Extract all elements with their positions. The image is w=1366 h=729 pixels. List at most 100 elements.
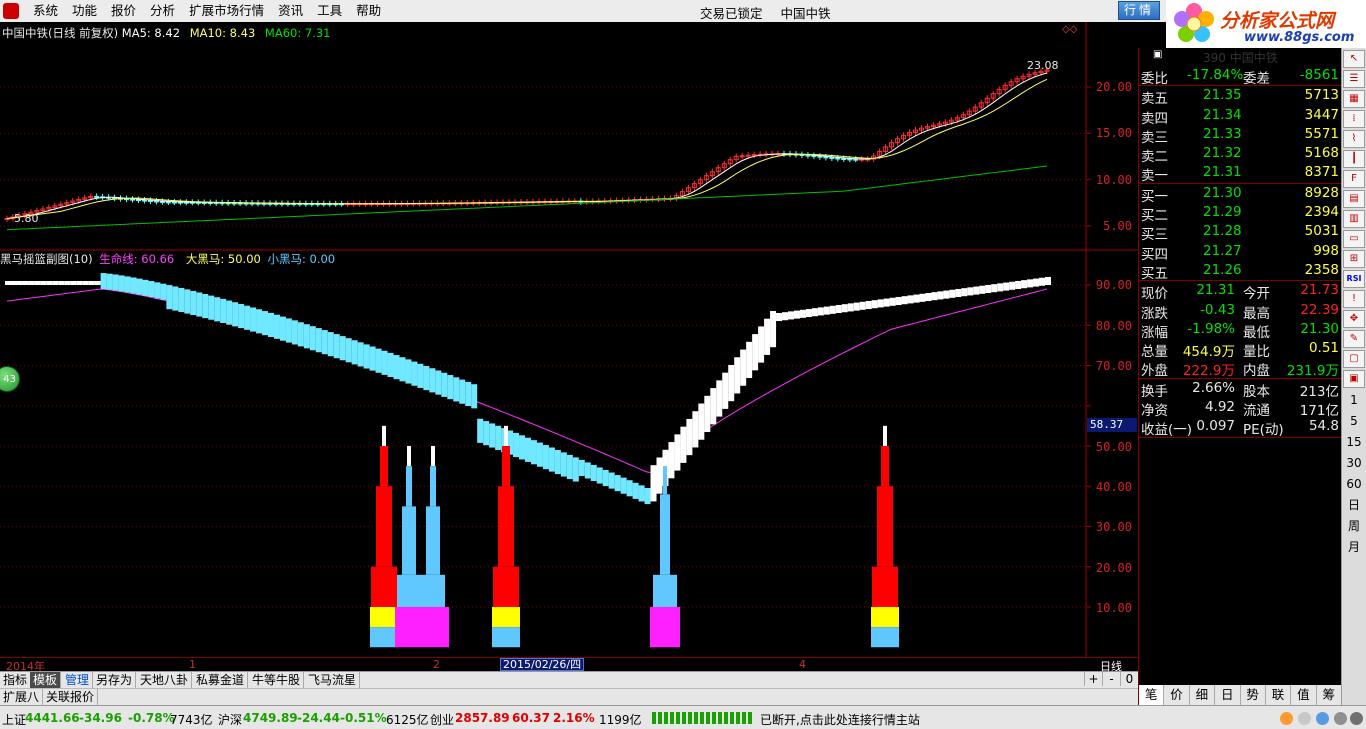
trend-chart-icon[interactable]: ⌇ [1343, 130, 1365, 148]
tab-linked[interactable]: 联 [1266, 685, 1292, 705]
tab-trades[interactable]: 笔 [1139, 685, 1165, 705]
tab-manage[interactable]: 管理 [62, 672, 94, 688]
panel-icon[interactable]: ▢ [1343, 350, 1365, 368]
bid-row[interactable]: 买四 21.27 998 [1139, 242, 1341, 263]
menu-item-ext-market[interactable]: 扩展市场行情 [182, 3, 271, 19]
compare-icon[interactable]: ⊞ [1343, 250, 1365, 268]
tab-niudeng-niugu[interactable]: 牛等牛股 [249, 672, 305, 688]
bid-row[interactable]: 买二 21.29 2394 [1139, 203, 1341, 224]
tab-related-quotes[interactable]: 关联报价 [43, 689, 99, 705]
index-cy-label[interactable]: 创业 [430, 711, 454, 728]
tab-trend[interactable]: 势 [1241, 685, 1266, 705]
fund-row: 换手 2.66% 股本 213亿 [1139, 379, 1341, 400]
menu-item-tools[interactable]: 工具 [310, 3, 349, 19]
quote-header-icon[interactable]: ▣ [1153, 49, 1162, 60]
period-day[interactable]: 日 [1343, 495, 1365, 515]
ask-row[interactable]: 卖五 21.35 5713 [1139, 86, 1341, 107]
tab-save-as[interactable]: 另存为 [93, 672, 137, 688]
chart-canvas[interactable] [0, 22, 1138, 657]
stat-label: 量比 [1243, 344, 1270, 361]
tab-tiandi-bagua[interactable]: 天地八卦 [137, 672, 193, 688]
period-1min[interactable]: 1 [1343, 390, 1365, 410]
band-step [793, 310, 800, 319]
period-week[interactable]: 周 [1343, 516, 1365, 536]
band-step [375, 348, 382, 373]
band-step [489, 423, 496, 448]
ask-row[interactable]: 卖三 21.33 5571 [1139, 125, 1341, 146]
ask-row[interactable]: 卖二 21.32 5168 [1139, 144, 1341, 165]
chart-area[interactable]: 中国中铁(日线 前复权) MA5: 8.42 MA10: 8.43 MA60: … [0, 22, 1138, 657]
weibi-label: 委比 [1141, 71, 1168, 87]
tray-sound-icon[interactable] [1298, 712, 1311, 725]
bid-price: 21.26 [1203, 261, 1242, 278]
bid-row[interactable]: 买一 21.30 8928 [1139, 184, 1341, 205]
period-15min[interactable]: 15 [1343, 432, 1365, 452]
tray-lock-icon[interactable] [1350, 712, 1363, 725]
band-step [34, 280, 41, 285]
tab-template[interactable]: 模板 [30, 672, 62, 688]
window-icon[interactable]: ▣ [1343, 370, 1365, 388]
dots-tool-icon[interactable]: ⁞ [1343, 110, 1365, 128]
zoom-in-button[interactable]: + [1084, 672, 1102, 686]
menu-item-function[interactable]: 功能 [65, 3, 104, 19]
menu-item-help[interactable]: 帮助 [349, 3, 388, 19]
tab-value[interactable]: 值 [1291, 685, 1317, 705]
tray-info-icon[interactable] [1316, 712, 1329, 725]
app-logo-icon[interactable] [3, 3, 19, 19]
finance-icon[interactable]: F [1343, 170, 1365, 188]
period-month[interactable]: 月 [1343, 537, 1365, 557]
ask-row[interactable]: 卖一 21.31 8371 [1139, 163, 1341, 184]
table-icon[interactable]: ▥ [1343, 210, 1365, 228]
tray-alert-icon[interactable] [1280, 712, 1293, 725]
tab-detail[interactable]: 细 [1190, 685, 1216, 705]
tab-extension-eight[interactable]: 扩展八 [0, 689, 44, 705]
tab-price[interactable]: 价 [1164, 685, 1190, 705]
tab-chips[interactable]: 筹 [1317, 685, 1342, 705]
period-30min[interactable]: 30 [1343, 453, 1365, 473]
period-5min[interactable]: 5 [1343, 411, 1365, 431]
band-step [835, 304, 842, 314]
tab-daily[interactable]: 日 [1215, 685, 1241, 705]
grid-tool-icon[interactable]: ▦ [1343, 90, 1365, 108]
zoom-out-button[interactable]: - [1102, 672, 1120, 686]
info-icon[interactable]: ! [1343, 290, 1365, 308]
stat-value: 213亿 [1299, 383, 1339, 400]
tab-simu-jindao[interactable]: 私募金道 [193, 672, 249, 688]
rsi-icon[interactable]: RSI [1343, 270, 1365, 288]
tray-settings-icon[interactable] [1334, 712, 1347, 725]
menu-item-news[interactable]: 资讯 [271, 3, 310, 19]
bid-row[interactable]: 买三 21.28 5031 [1139, 222, 1341, 243]
band-step [1039, 277, 1046, 286]
period-60min[interactable]: 60 [1343, 474, 1365, 494]
band-step [351, 340, 358, 365]
band-step [333, 334, 340, 359]
index-sh-label[interactable]: 上证 [2, 711, 26, 728]
pen-icon[interactable]: ✎ [1343, 330, 1365, 348]
band-step [495, 425, 502, 450]
band-step [250, 307, 257, 332]
list-tool-icon[interactable]: ☰ [1343, 70, 1365, 88]
index-sz-label[interactable]: 沪深 [218, 711, 242, 728]
cursor-tool-icon[interactable]: ↖ [1343, 50, 1365, 68]
band-step [459, 379, 466, 404]
quote-mode-button[interactable]: 行情 [1118, 1, 1160, 20]
tab-feima-liuxing[interactable]: 飞马流星 [305, 672, 361, 688]
trade-lock-status[interactable]: 交易已锁定 [700, 6, 763, 21]
menu-item-analysis[interactable]: 分析 [143, 3, 182, 19]
sheet-icon[interactable]: ▤ [1343, 190, 1365, 208]
band-step [387, 352, 394, 378]
doc-icon[interactable]: ▭ [1343, 230, 1365, 248]
bid-row[interactable]: 买五 21.26 2358 [1139, 261, 1341, 282]
band-step [937, 291, 944, 300]
menu-item-quote[interactable]: 报价 [104, 3, 143, 19]
move-icon[interactable]: ✥ [1343, 310, 1365, 328]
band-step [5, 280, 11, 285]
zoom-reset-button[interactable]: 0 [1120, 672, 1138, 686]
menu-item-system[interactable]: 系统 [26, 3, 65, 19]
signal-bar [504, 425, 508, 446]
tab-indicator[interactable]: 指标 [0, 672, 32, 688]
ask-row[interactable]: 卖四 21.34 3447 [1139, 106, 1341, 127]
candle-chart-icon[interactable]: ┃ [1343, 150, 1365, 168]
chart-expand-icon[interactable]: ◇◇ [1062, 24, 1077, 35]
connection-message[interactable]: 已断开,点击此处连接行情主站 [760, 711, 920, 728]
